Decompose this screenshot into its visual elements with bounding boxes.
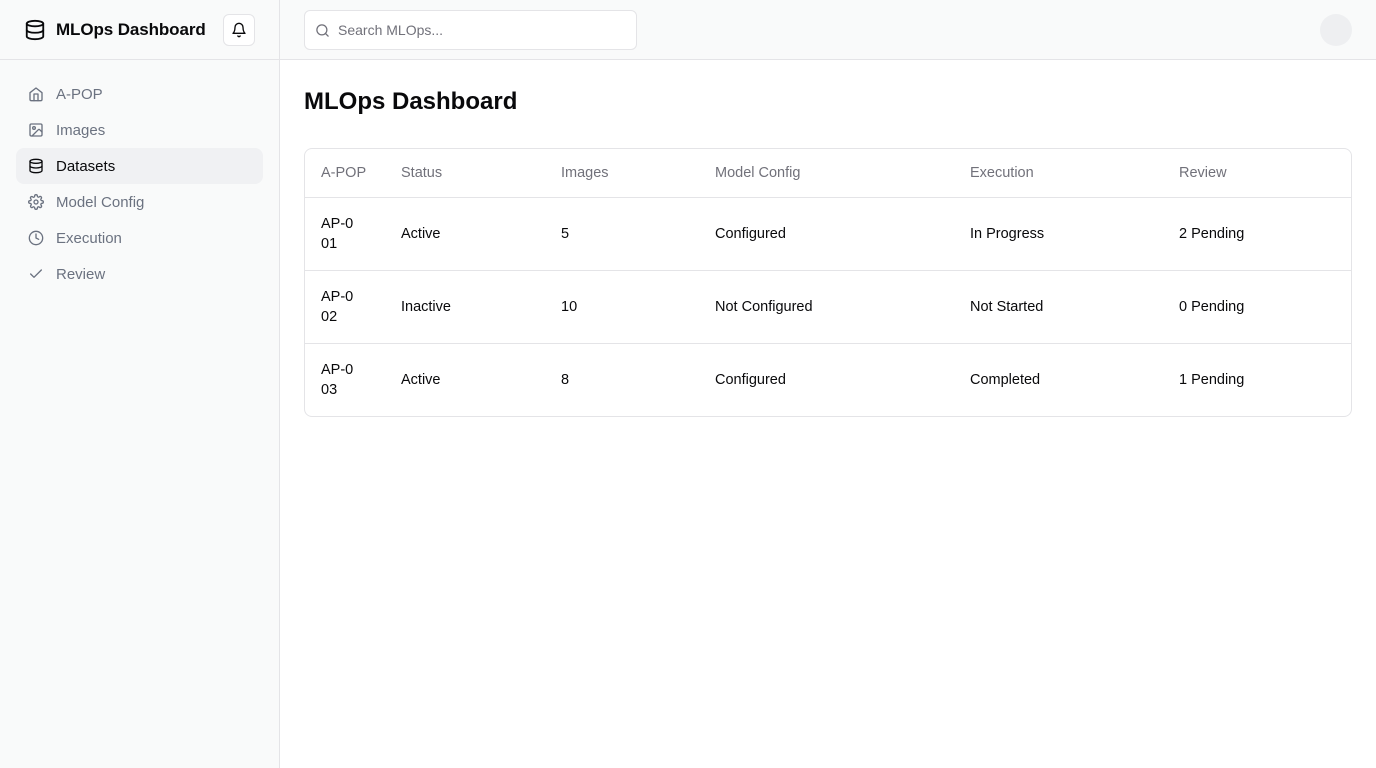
sidebar-item-a-pop[interactable]: A-POP bbox=[16, 76, 263, 112]
column-header[interactable]: Status bbox=[385, 149, 545, 198]
table-cell: Active bbox=[401, 371, 441, 388]
sidebar-item-label: Review bbox=[56, 265, 106, 283]
main-area: MLOps Dashboard A-POP Status Images Mode… bbox=[280, 0, 1376, 768]
table-cell: Configured bbox=[715, 371, 786, 388]
table-cell: 10 bbox=[545, 270, 699, 344]
sidebar-item-images[interactable]: Images bbox=[16, 112, 263, 148]
sidebar-item-review[interactable]: Review bbox=[16, 256, 263, 292]
gear-icon bbox=[28, 194, 44, 210]
sidebar: MLOps Dashboard A-POP Images Datasets Mo… bbox=[0, 0, 280, 768]
database-icon bbox=[24, 18, 46, 42]
apop-id: AP-002 bbox=[321, 288, 354, 325]
notifications-button[interactable] bbox=[223, 14, 255, 46]
bell-icon bbox=[231, 22, 247, 38]
table-header-row: A-POP Status Images Model Config Executi… bbox=[305, 149, 1351, 198]
table-cell: 5 bbox=[545, 197, 699, 271]
app-title: MLOps Dashboard bbox=[56, 19, 206, 39]
table-row[interactable]: AP-001 Active 5 Configured In Progress 2… bbox=[305, 197, 1351, 271]
column-header[interactable]: Review bbox=[1163, 149, 1351, 198]
sidebar-item-datasets[interactable]: Datasets bbox=[16, 148, 263, 184]
sidebar-item-label: Datasets bbox=[56, 157, 116, 175]
sidebar-item-label: Execution bbox=[56, 229, 122, 247]
apop-id: AP-001 bbox=[321, 215, 354, 252]
image-icon bbox=[28, 122, 44, 138]
table-cell: Active bbox=[385, 197, 545, 271]
clock-icon bbox=[28, 230, 44, 246]
app-root: MLOps Dashboard A-POP Images Datasets Mo… bbox=[0, 0, 1376, 768]
table-cell: 8 bbox=[561, 371, 570, 388]
table-cell: AP-002 bbox=[305, 270, 385, 344]
search-box[interactable] bbox=[304, 10, 637, 50]
table-cell: Inactive bbox=[385, 270, 545, 344]
table-row[interactable]: AP-002 Inactive 10 Not Configured Not St… bbox=[305, 270, 1351, 344]
table-cell: Completed bbox=[970, 371, 1041, 388]
table-cell: AP-003 bbox=[305, 343, 385, 416]
sidebar-item-label: Images bbox=[56, 121, 106, 139]
database-icon bbox=[28, 158, 44, 174]
sidebar-header: MLOps Dashboard bbox=[0, 0, 279, 60]
table-cell: Not Started bbox=[954, 270, 1163, 344]
page-title: MLOps Dashboard bbox=[304, 88, 518, 115]
column-header[interactable]: A-POP bbox=[305, 149, 385, 198]
content: MLOps Dashboard A-POP Status Images Mode… bbox=[280, 60, 1376, 441]
table-cell: 1 Pending bbox=[1179, 371, 1245, 388]
sidebar-nav: A-POP Images Datasets Model Config Execu… bbox=[0, 60, 279, 308]
column-header[interactable]: Execution bbox=[954, 149, 1163, 198]
column-header[interactable]: Model Config bbox=[699, 149, 954, 198]
sidebar-item-execution[interactable]: Execution bbox=[16, 220, 263, 256]
column-header[interactable]: Images bbox=[545, 149, 699, 198]
table-cell: In Progress bbox=[954, 197, 1163, 271]
sidebar-item-label: Model Config bbox=[56, 193, 145, 211]
sidebar-item-model-config[interactable]: Model Config bbox=[16, 184, 263, 220]
check-icon bbox=[28, 266, 44, 282]
home-icon bbox=[28, 86, 44, 102]
brand[interactable]: MLOps Dashboard bbox=[24, 18, 206, 42]
table-cell: 0 Pending bbox=[1163, 270, 1351, 344]
search-icon bbox=[315, 23, 330, 38]
datasets-table: A-POP Status Images Model Config Executi… bbox=[305, 149, 1351, 416]
table-cell: Not Configured bbox=[699, 270, 954, 344]
table-cell: Configured bbox=[699, 197, 954, 271]
topbar bbox=[280, 0, 1376, 60]
apop-id: AP-003 bbox=[321, 361, 354, 398]
table-cell: AP-001 bbox=[305, 197, 385, 271]
sidebar-item-label: A-POP bbox=[56, 85, 103, 103]
avatar[interactable] bbox=[1320, 14, 1352, 46]
search-input[interactable] bbox=[338, 22, 618, 38]
datasets-table-card: A-POP Status Images Model Config Executi… bbox=[304, 148, 1352, 417]
table-row[interactable]: AP-003 Active 8 Configured Completed 1 P… bbox=[305, 343, 1351, 416]
table-cell: 2 Pending bbox=[1163, 197, 1351, 271]
